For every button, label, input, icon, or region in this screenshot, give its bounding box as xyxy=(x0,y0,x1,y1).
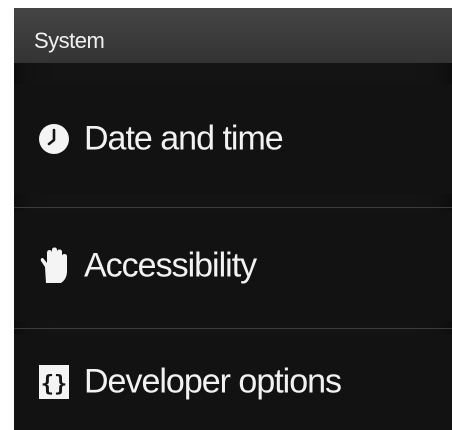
divider xyxy=(14,207,452,208)
settings-item-date-and-time[interactable]: Date and time xyxy=(14,84,452,194)
settings-screen: System Date and time Accessibility {} De… xyxy=(14,8,452,430)
section-title: System xyxy=(34,28,105,53)
hand-icon xyxy=(36,247,72,284)
svg-text:{}: {} xyxy=(41,372,68,397)
clock-icon xyxy=(36,121,72,157)
divider xyxy=(14,328,452,329)
braces-icon: {} xyxy=(36,364,72,400)
settings-item-accessibility[interactable]: Accessibility xyxy=(14,211,452,321)
settings-item-developer-options[interactable]: {} Developer options xyxy=(14,334,452,430)
settings-item-label: Accessibility xyxy=(84,246,257,285)
section-header: System xyxy=(14,8,452,63)
settings-item-label: Developer options xyxy=(84,362,342,401)
settings-item-label: Date and time xyxy=(84,119,284,158)
